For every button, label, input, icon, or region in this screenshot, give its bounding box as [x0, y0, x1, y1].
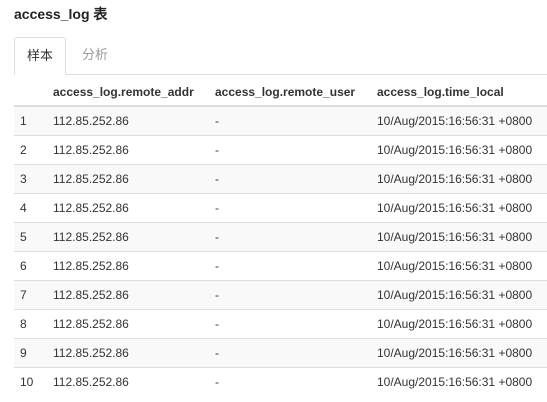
remote-user-cell: - — [215, 279, 377, 309]
time-local-cell: 10/Aug/2015:16:56:31 +0800 — [377, 134, 547, 164]
tab-sample[interactable]: 样本 — [14, 37, 66, 75]
remote-addr-cell: 112.85.252.86 — [53, 308, 215, 338]
table-row: 1 112.85.252.86-10/Aug/2015:16:56:31 +080… — [14, 105, 547, 135]
table-row: 2 112.85.252.86-10/Aug/2015:16:56:31 +080… — [14, 134, 547, 164]
results-table: access_log.remote_addr access_log.remote… — [14, 78, 547, 396]
column-header-remote-addr[interactable]: access_log.remote_addr — [53, 78, 215, 107]
table-row: 8 112.85.252.86-10/Aug/2015:16:56:31 +080… — [14, 308, 547, 338]
row-index: 6 — [14, 250, 53, 280]
row-index: 8 — [14, 308, 53, 338]
table-row: 9 112.85.252.86-10/Aug/2015:16:56:31 +080… — [14, 337, 547, 367]
tab-analysis[interactable]: 分析 — [72, 37, 118, 73]
remote-user-cell: - — [215, 134, 377, 164]
remote-user-cell: - — [215, 308, 377, 338]
time-local-cell: 10/Aug/2015:16:56:31 +0800 — [377, 221, 547, 251]
time-local-cell: 10/Aug/2015:16:56:31 +0800 — [377, 105, 547, 135]
table-row: 5 112.85.252.86-10/Aug/2015:16:56:31 +080… — [14, 221, 547, 251]
remote-addr-cell: 112.85.252.86 — [53, 105, 215, 135]
remote-addr-cell: 112.85.252.86 — [53, 221, 215, 251]
remote-addr-cell: 112.85.252.86 — [53, 250, 215, 280]
row-index: 2 — [14, 134, 53, 164]
time-local-cell: 10/Aug/2015:16:56:31 +0800 — [377, 279, 547, 309]
remote-addr-cell: 112.85.252.86 — [53, 279, 215, 309]
remote-user-cell: - — [215, 163, 377, 193]
remote-addr-cell: 112.85.252.86 — [53, 134, 215, 164]
remote-addr-cell: 112.85.252.86 — [53, 163, 215, 193]
table-body: 1 112.85.252.86-10/Aug/2015:16:56:31 +080… — [14, 105, 547, 396]
row-index: 4 — [14, 192, 53, 222]
remote-addr-cell: 112.85.252.86 — [53, 366, 215, 396]
page-title: access_log 表 — [14, 6, 108, 22]
table-row: 6 112.85.252.86-10/Aug/2015:16:56:31 +080… — [14, 250, 547, 280]
time-local-cell: 10/Aug/2015:16:56:31 +0800 — [377, 163, 547, 193]
time-local-cell: 10/Aug/2015:16:56:31 +0800 — [377, 192, 547, 222]
row-index: 9 — [14, 337, 53, 367]
remote-user-cell: - — [215, 337, 377, 367]
row-index: 1 — [14, 105, 53, 135]
column-header-remote-user[interactable]: access_log.remote_user — [215, 78, 377, 107]
time-local-cell: 10/Aug/2015:16:56:31 +0800 — [377, 337, 547, 367]
time-local-cell: 10/Aug/2015:16:56:31 +0800 — [377, 308, 547, 338]
row-index: 10 — [14, 366, 53, 396]
column-header-time-local[interactable]: access_log.time_local — [377, 78, 547, 107]
table-row: 3 112.85.252.86-10/Aug/2015:16:56:31 +080… — [14, 163, 547, 193]
table-header-row: access_log.remote_addr access_log.remote… — [14, 78, 547, 107]
table-row: 10 112.85.252.86-10/Aug/2015:16:56:31 +08… — [14, 366, 547, 396]
row-index: 7 — [14, 279, 53, 309]
column-header-index — [14, 78, 53, 107]
remote-user-cell: - — [215, 250, 377, 280]
time-local-cell: 10/Aug/2015:16:56:31 +0800 — [377, 366, 547, 396]
time-local-cell: 10/Aug/2015:16:56:31 +0800 — [377, 250, 547, 280]
table-row: 4 112.85.252.86-10/Aug/2015:16:56:31 +080… — [14, 192, 547, 222]
tab-bar: 样本 分析 — [14, 37, 547, 75]
remote-addr-cell: 112.85.252.86 — [53, 192, 215, 222]
remote-user-cell: - — [215, 366, 377, 396]
remote-addr-cell: 112.85.252.86 — [53, 337, 215, 367]
remote-user-cell: - — [215, 192, 377, 222]
row-index: 5 — [14, 221, 53, 251]
row-index: 3 — [14, 163, 53, 193]
remote-user-cell: - — [215, 105, 377, 135]
table-row: 7 112.85.252.86-10/Aug/2015:16:56:31 +080… — [14, 279, 547, 309]
remote-user-cell: - — [215, 221, 377, 251]
